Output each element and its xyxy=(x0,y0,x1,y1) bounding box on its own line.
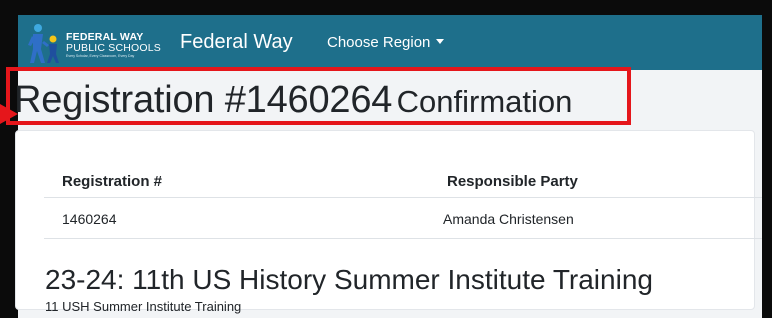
table-divider xyxy=(44,238,762,239)
responsible-party-cell: Amanda Christensen xyxy=(443,211,574,227)
region-label: Choose Region xyxy=(327,34,431,51)
logo-wordmark: FEDERAL WAY PUBLIC SCHOOLS Every Scholar… xyxy=(66,32,161,59)
table-divider xyxy=(44,197,762,198)
choose-region-dropdown[interactable]: Choose Region xyxy=(327,34,445,52)
people-logo-icon xyxy=(28,24,59,63)
top-navbar: FEDERAL WAY PUBLIC SCHOOLS Every Scholar… xyxy=(18,15,762,70)
annotation-highlight-box xyxy=(6,67,631,125)
column-header-registration: Registration # xyxy=(62,173,163,190)
logo-line-2: PUBLIC SCHOOLS xyxy=(66,42,161,54)
frame-right xyxy=(762,0,772,318)
course-subtitle: 11 USH Summer Institute Training xyxy=(45,299,242,314)
caret-down-icon xyxy=(436,39,445,44)
brand-link[interactable]: Federal Way xyxy=(180,29,293,55)
course-title: 23-24: 11th US History Summer Institute … xyxy=(45,264,653,295)
district-logo[interactable]: FEDERAL WAY PUBLIC SCHOOLS Every Scholar… xyxy=(28,19,173,65)
column-header-responsible-party: Responsible Party xyxy=(447,173,578,190)
logo-tagline: Every Scholar, Every Classroom, Every Da… xyxy=(66,54,135,58)
registration-number-cell: 1460264 xyxy=(62,211,117,227)
frame-top xyxy=(0,0,772,15)
